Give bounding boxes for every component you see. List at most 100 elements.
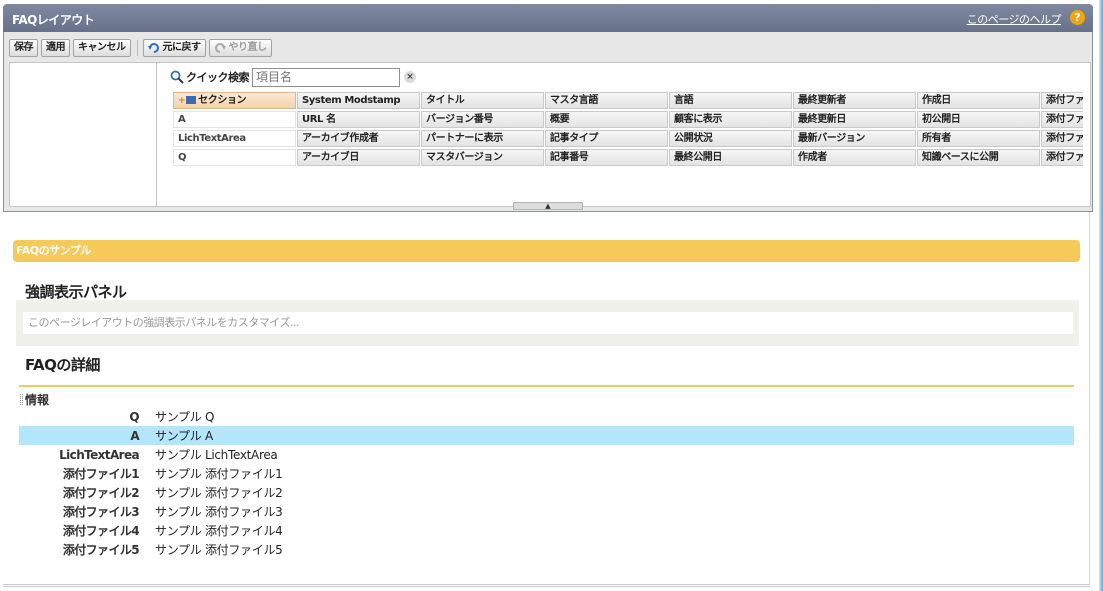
- highlights-panel-placeholder[interactable]: このページレイアウトの強調表示パネルをカスタマイズ...: [23, 312, 1073, 334]
- palette-field[interactable]: アーカイブ作成者: [297, 130, 420, 147]
- palette-field[interactable]: アーカイブ日: [297, 149, 420, 166]
- layout-field-row[interactable]: 添付ファイル4 サンプル 添付ファイル4: [19, 521, 1074, 540]
- palette-field[interactable]: System Modstamp: [297, 92, 420, 109]
- palette-field[interactable]: 添付ファイル: [1041, 92, 1083, 109]
- page-header: FAQレイアウト このページのヘルプ ?: [3, 4, 1093, 32]
- undo-button[interactable]: 元に戻す: [142, 39, 206, 57]
- palette-field[interactable]: 概要: [545, 111, 668, 128]
- detail-divider: [19, 385, 1074, 387]
- window-edge: [1099, 0, 1103, 591]
- toolbar: 保存 適用 キャンセル 元に戻す やり直し: [9, 38, 275, 58]
- field-value: サンプル 添付ファイル5: [155, 543, 283, 557]
- layout-field-row[interactable]: 添付ファイル3 サンプル 添付ファイル3: [19, 502, 1074, 521]
- palette-field[interactable]: URL 名: [297, 111, 420, 128]
- layout-field-row[interactable]: LichTextArea サンプル LichTextArea: [19, 445, 1074, 464]
- field-label: 添付ファイル3: [62, 505, 140, 519]
- cancel-button[interactable]: キャンセル: [73, 39, 131, 57]
- palette-field[interactable]: バージョン番号: [421, 111, 544, 128]
- field-value: サンプル 添付ファイル3: [155, 505, 283, 519]
- redo-label: やり直し: [228, 42, 268, 53]
- field-grid: + セクション System Modstamp タイトル マスタ言語 言語 最終更…: [173, 92, 1083, 168]
- palette-field[interactable]: 作成者: [793, 149, 916, 166]
- palette-field[interactable]: パートナーに表示: [421, 130, 544, 147]
- field-label: A: [130, 428, 139, 443]
- palette-field[interactable]: タイトル: [421, 92, 544, 109]
- palette-field[interactable]: 顧客に表示: [669, 111, 792, 128]
- highlights-panel-title: 強調表示パネル: [25, 283, 127, 301]
- redo-button[interactable]: やり直し: [208, 39, 272, 57]
- toolbar-divider: [136, 40, 138, 56]
- save-button[interactable]: 保存: [9, 39, 38, 57]
- palette-field[interactable]: 記事番号: [545, 149, 668, 166]
- layout-field-row-selected[interactable]: A サンプル A: [19, 426, 1074, 445]
- undo-icon: [147, 43, 159, 53]
- palette-field[interactable]: 最新バージョン: [793, 130, 916, 147]
- palette-field-label: セクション: [198, 95, 247, 106]
- help-icon[interactable]: ?: [1070, 10, 1085, 25]
- palette-field[interactable]: 記事タイプ: [545, 130, 668, 147]
- layout-field-row[interactable]: 添付ファイル2 サンプル 添付ファイル2: [19, 483, 1074, 502]
- field-row: Q アーカイブ日 マスタバージョン 記事番号 最終公開日 作成者 知識ベースに公…: [173, 149, 1083, 168]
- palette-field-section[interactable]: + セクション: [173, 92, 296, 109]
- palette-field[interactable]: A: [173, 111, 296, 128]
- section-icon: [186, 96, 197, 104]
- field-value: サンプル Q: [155, 410, 215, 424]
- palette-field[interactable]: 言語: [669, 92, 792, 109]
- palette-body: クイック検索 × + セクション System Modstamp タイトル マスタ…: [9, 62, 1091, 229]
- palette-field[interactable]: 最終更新者: [793, 92, 916, 109]
- field-value: サンプル LichTextArea: [155, 448, 278, 462]
- info-section-label: 情報: [25, 393, 50, 407]
- field-value: サンプル 添付ファイル2: [155, 486, 283, 500]
- layout-field-row[interactable]: Q サンプル Q: [19, 407, 1074, 426]
- palette-field[interactable]: 添付ファイル: [1041, 130, 1083, 147]
- palette-field[interactable]: Q: [173, 149, 296, 166]
- palette-category-list[interactable]: [10, 63, 157, 206]
- field-value: サンプル 添付ファイル1: [155, 467, 283, 481]
- field-label: 添付ファイル4: [62, 524, 140, 538]
- field-row: A URL 名 バージョン番号 概要 顧客に表示 最終更新日 初公開日 添付ファ…: [173, 111, 1083, 130]
- quick-search: クイック検索 ×: [170, 67, 416, 87]
- palette-field[interactable]: 所有者: [917, 130, 1040, 147]
- layout-field-row[interactable]: 添付ファイル5 サンプル 添付ファイル5: [19, 540, 1074, 559]
- field-palette: 保存 適用 キャンセル 元に戻す やり直し クイック検索 項目名 × + セクシ…: [3, 32, 1093, 229]
- highlights-panel: このページレイアウトの強調表示パネルをカスタマイズ...: [16, 300, 1079, 346]
- layout-field-row[interactable]: 添付ファイル1 サンプル 添付ファイル1: [19, 464, 1074, 483]
- redo-icon: [214, 43, 226, 53]
- field-label: LichTextArea: [59, 447, 139, 462]
- sample-section-bar: FAQのサンプル: [13, 240, 1080, 262]
- palette-field[interactable]: 初公開日: [917, 111, 1040, 128]
- palette-field[interactable]: マスタ言語: [545, 92, 668, 109]
- info-section-header[interactable]: 情報: [20, 391, 49, 408]
- quick-search-label: クイック検索: [186, 71, 250, 84]
- undo-label: 元に戻す: [162, 42, 202, 53]
- field-label: Q: [129, 409, 139, 424]
- palette-field[interactable]: 公開状況: [669, 130, 792, 147]
- palette-field[interactable]: 作成日: [917, 92, 1040, 109]
- page-title: FAQレイアウト: [12, 13, 95, 27]
- palette-field[interactable]: マスタバージョン: [421, 149, 544, 166]
- field-row: + セクション System Modstamp タイトル マスタ言語 言語 最終更…: [173, 92, 1083, 111]
- plus-icon: +: [178, 96, 186, 106]
- field-row: LichTextArea アーカイブ作成者 パートナーに表示 記事タイプ 公開状…: [173, 130, 1083, 149]
- quick-search-input[interactable]: [252, 67, 400, 87]
- apply-button[interactable]: 適用: [41, 39, 70, 57]
- clear-search-icon[interactable]: ×: [404, 71, 416, 83]
- field-value: サンプル 添付ファイル4: [155, 524, 283, 538]
- field-label: 添付ファイル1: [62, 467, 140, 481]
- search-icon: [170, 70, 184, 84]
- field-list: Q サンプル Q A サンプル A LichTextArea サンプル LichTex…: [19, 407, 1074, 559]
- drag-handle-icon[interactable]: [20, 394, 23, 405]
- collapse-palette-handle[interactable]: ▲: [513, 202, 583, 210]
- palette-field[interactable]: 添付ファイル: [1041, 149, 1083, 166]
- palette-field[interactable]: 最終更新日: [793, 111, 916, 128]
- palette-field[interactable]: 添付ファイル: [1041, 111, 1083, 128]
- help-link[interactable]: このページのヘルプ: [967, 11, 1062, 27]
- palette-field[interactable]: 最終公開日: [669, 149, 792, 166]
- detail-section-title: FAQの詳細: [25, 356, 100, 374]
- palette-field[interactable]: 知識ベースに公開: [917, 149, 1040, 166]
- palette-field[interactable]: LichTextArea: [173, 130, 296, 147]
- field-value: サンプル A: [155, 429, 213, 443]
- field-label: 添付ファイル2: [62, 486, 140, 500]
- layout-canvas: FAQのサンプル 強調表示パネル このページレイアウトの強調表示パネルをカスタマ…: [3, 212, 1090, 587]
- field-label: 添付ファイル5: [62, 543, 140, 557]
